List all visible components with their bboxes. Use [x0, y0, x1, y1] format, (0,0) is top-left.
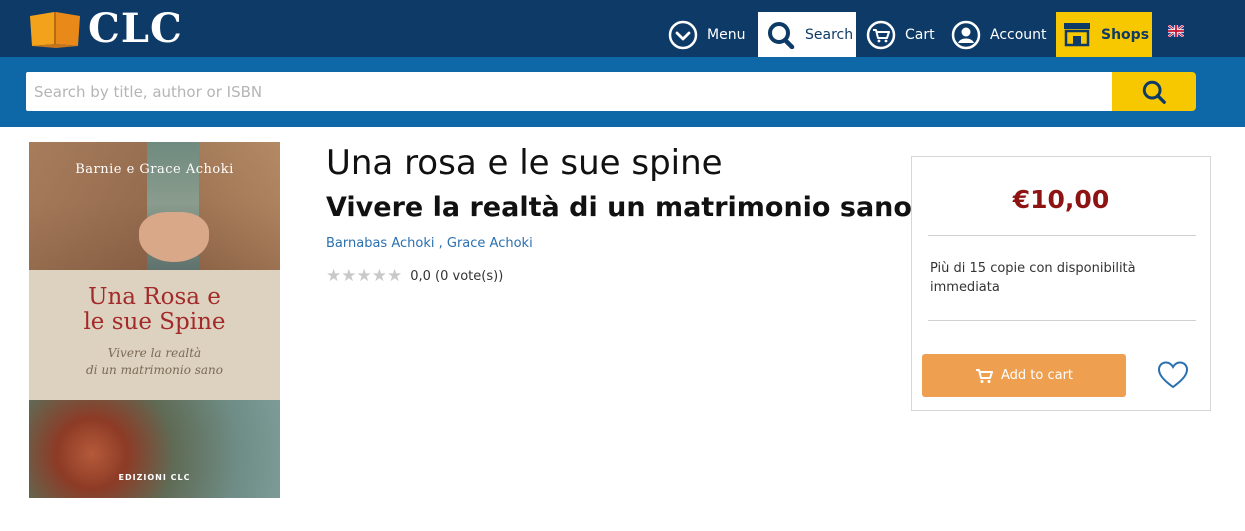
star-icon[interactable]: ★	[341, 268, 356, 285]
shops-label: Shops	[1101, 26, 1150, 43]
product-subtitle: Vivere la realtà di un matrimonio sano	[326, 192, 912, 223]
author-separator: ,	[434, 236, 447, 251]
divider	[928, 235, 1196, 236]
menu-label: Menu	[707, 26, 746, 43]
user-icon	[951, 20, 981, 50]
cover-title: Una Rosa e le sue Spine	[83, 284, 226, 335]
search-input[interactable]	[26, 72, 1112, 111]
star-icon[interactable]: ★	[372, 268, 387, 285]
search-icon	[766, 20, 796, 50]
rating-stars[interactable]: ★ ★ ★ ★ ★	[326, 268, 402, 285]
cover-subtitle: Vivere la realtà di un matrimonio sano	[85, 346, 223, 377]
author-link[interactable]: Grace Achoki	[447, 236, 533, 251]
search-submit-button[interactable]	[1112, 72, 1196, 111]
add-to-cart-button[interactable]: Add to cart	[922, 354, 1126, 397]
store-icon	[1062, 20, 1092, 50]
book-cover-image: Barnie e Grace Achoki Una Rosa e le sue …	[29, 142, 280, 498]
search-icon	[1142, 80, 1166, 104]
search-label: Search	[805, 26, 854, 43]
account-label: Account	[990, 26, 1047, 43]
cover-publisher: EDIZIONI CLC	[118, 473, 191, 482]
product-rating[interactable]: ★ ★ ★ ★ ★ 0,0 (0 vote(s))	[326, 268, 503, 285]
wishlist-heart-icon[interactable]	[1158, 360, 1188, 390]
add-to-cart-label: Add to cart	[1000, 368, 1074, 383]
menu-button[interactable]: Menu	[668, 12, 745, 57]
divider	[928, 320, 1196, 321]
chevron-down-circle-icon	[668, 20, 698, 50]
star-icon[interactable]: ★	[326, 268, 341, 285]
cart-icon	[866, 20, 896, 50]
language-flag-uk-icon[interactable]	[1168, 25, 1184, 37]
rose-illustration	[29, 400, 280, 498]
book-logo-icon	[30, 12, 80, 48]
availability-text: Più di 15 copie con disponibilità immedi…	[930, 261, 1136, 295]
rating-text: 0,0 (0 vote(s))	[410, 269, 504, 284]
cart-button[interactable]: Cart	[866, 12, 935, 57]
search-toggle-button[interactable]: Search	[758, 12, 856, 57]
cart-label: Cart	[905, 26, 935, 43]
author-link[interactable]: Barnabas Achoki	[326, 236, 434, 251]
logo-text: CLC	[88, 5, 183, 52]
product-title: Una rosa e le sue spine	[326, 143, 723, 183]
product-authors: Barnabas Achoki , Grace Achoki	[326, 236, 533, 251]
product-price: €10,00	[1012, 185, 1110, 214]
star-icon[interactable]: ★	[357, 268, 372, 285]
star-icon[interactable]: ★	[387, 268, 402, 285]
cover-authors: Barnie e Grace Achoki	[75, 162, 234, 177]
shops-button[interactable]: Shops	[1056, 12, 1152, 57]
cart-icon	[975, 368, 993, 384]
purchase-box: €10,00 Più di 15 copie con disponibilità…	[911, 156, 1211, 411]
account-button[interactable]: Account	[951, 12, 1047, 57]
clc-logo[interactable]: CLC	[26, 9, 183, 49]
